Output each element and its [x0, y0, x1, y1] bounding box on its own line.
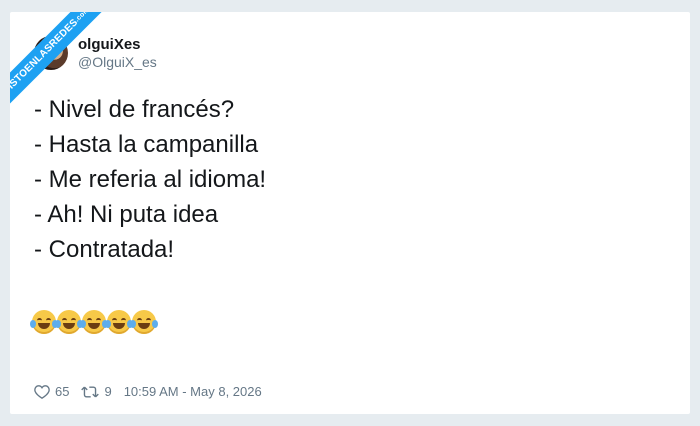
tweet-card: VISTOENLASREDES.com olguiXes @OlguiX_es … [10, 12, 690, 414]
like-count: 65 [55, 384, 70, 399]
like-button[interactable]: 65 [34, 384, 69, 399]
tears-of-joy-emoji [30, 310, 58, 334]
tears-of-joy-emoji [80, 310, 108, 334]
watermark: VISTOENLASREDES.com [10, 12, 120, 122]
watermark-text: VISTOENLASREDES [10, 17, 81, 97]
retweet-button[interactable]: 9 [81, 384, 112, 399]
tweet-line: - Hasta la campanilla [34, 131, 259, 158]
retweet-count: 9 [104, 384, 112, 399]
tears-of-joy-emoji [130, 310, 158, 334]
watermark-ribbon: VISTOENLASREDES.com [10, 12, 108, 112]
retweet-icon [81, 385, 100, 398]
watermark-suffix: .com [73, 12, 91, 24]
tears-of-joy-emoji [55, 310, 83, 334]
tears-of-joy-emoji [105, 310, 133, 334]
tweet-line: - Me referia al idioma! [34, 166, 267, 193]
tweet-line: - Ah! Ni puta idea [34, 201, 219, 228]
heart-icon [34, 385, 50, 399]
emoji-row [30, 310, 158, 334]
timestamp[interactable]: 10:59 AM - May 8, 2026 [124, 384, 262, 399]
tweet-line: - Contratada! [34, 236, 175, 263]
tweet-footer: 65 9 10:59 AM - May 8, 2026 [34, 384, 274, 399]
